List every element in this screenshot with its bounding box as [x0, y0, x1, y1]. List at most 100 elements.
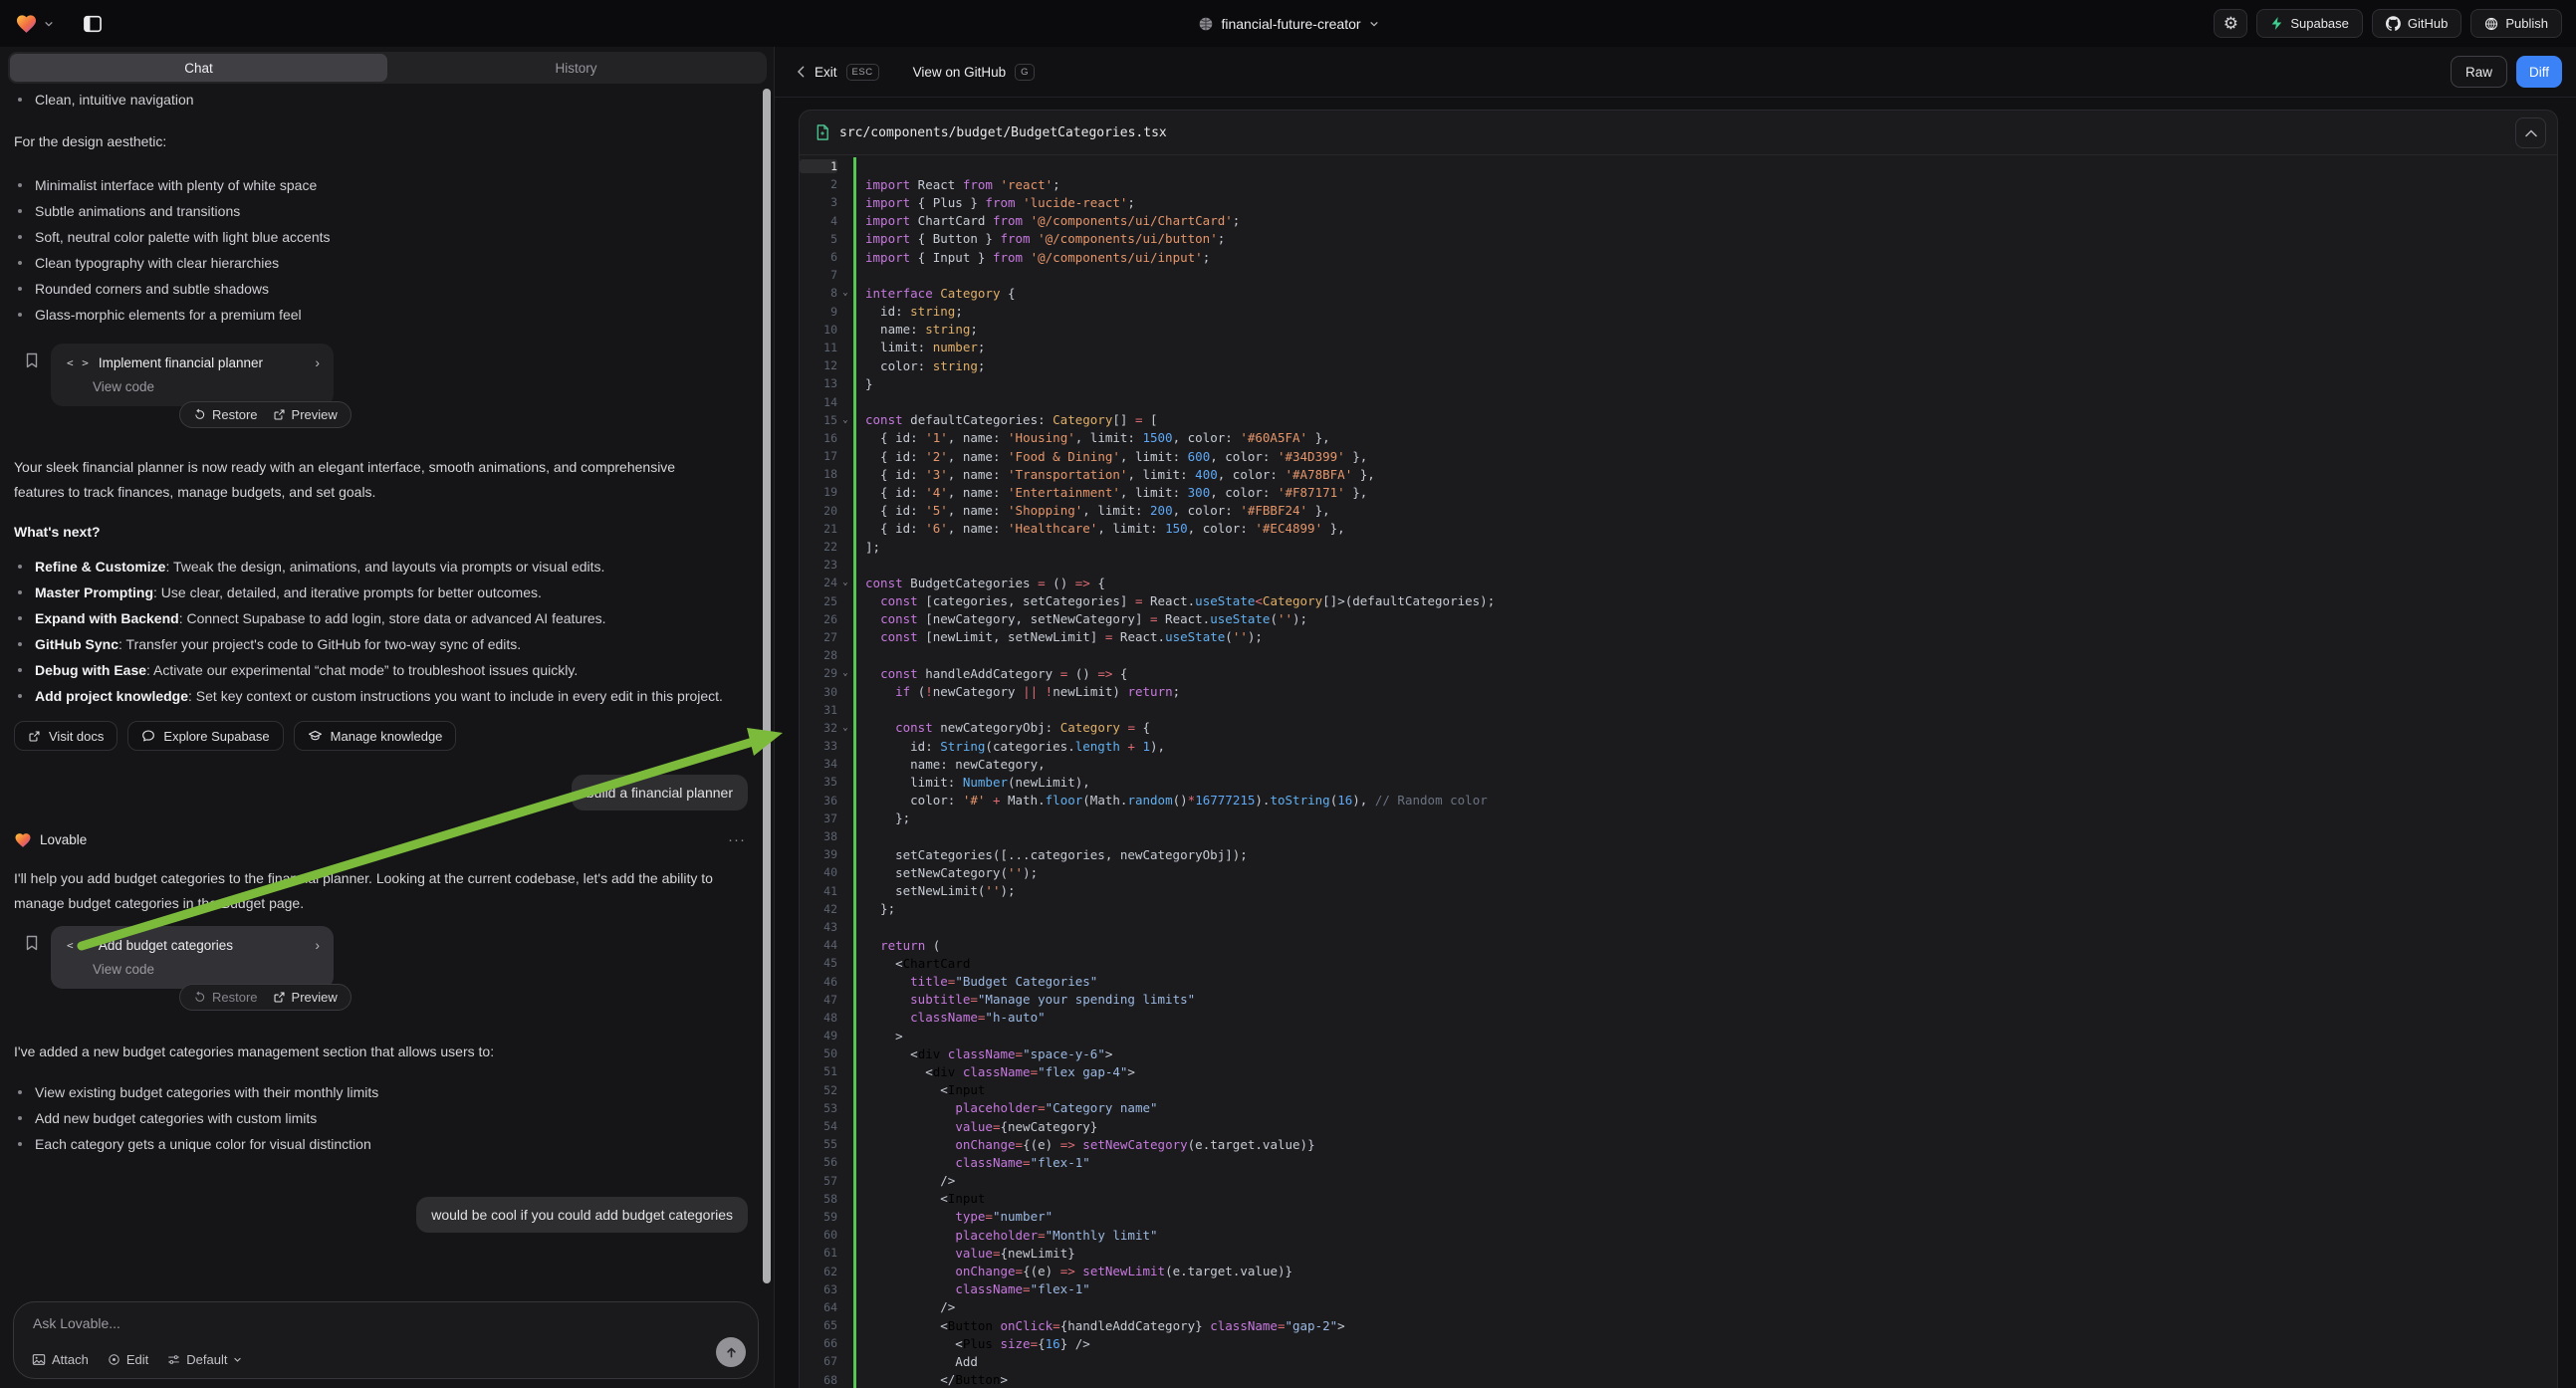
line-number: 2: [800, 177, 837, 191]
line-number: 68: [800, 1373, 837, 1387]
code-text: };: [865, 810, 910, 825]
list-item: Add new budget categories with custom li…: [14, 1105, 746, 1131]
bookmark-icon[interactable]: [25, 352, 39, 368]
visit-docs-button[interactable]: Visit docs: [14, 721, 117, 751]
bullet-dot-icon: [18, 261, 22, 265]
list-item: Add project knowledge: Set key context o…: [14, 683, 746, 709]
code-line: 55 onChange={(e) => setNewCategory(e.tar…: [800, 1135, 2557, 1153]
diff-added-gutter: [853, 175, 856, 193]
send-button[interactable]: [716, 1337, 746, 1367]
code-text: <Plus size={16} />: [865, 1336, 1090, 1351]
diff-added-gutter: [853, 701, 856, 719]
line-number: 47: [800, 993, 837, 1007]
code-line: 12 color: string;: [800, 356, 2557, 374]
toggle-sidebar-panel-icon[interactable]: [82, 13, 104, 35]
bullet-text: GitHub Sync: Transfer your project's cod…: [35, 631, 521, 657]
code-text: <Button onClick={handleAddCategory} clas…: [865, 1318, 1345, 1333]
file-path: src/components/budget/BudgetCategories.t…: [839, 125, 1167, 140]
version-card-add-budget-categories[interactable]: < > Add budget categories › View code Re…: [51, 926, 334, 989]
user-message-build-planner: build a financial planner: [572, 775, 748, 810]
line-number: 23: [800, 558, 837, 572]
bullet-bold: Expand with Backend: [35, 610, 179, 626]
view-on-github-button[interactable]: View on GitHub G: [913, 64, 1035, 81]
version-card-title: Add budget categories: [99, 938, 233, 953]
code-line: 37 };: [800, 810, 2557, 827]
code-line: 19 { id: '4', name: 'Entertainment', lim…: [800, 483, 2557, 501]
diff-added-gutter: [853, 248, 856, 266]
project-switcher[interactable]: financial-future-creator: [1197, 0, 1378, 47]
restore-button[interactable]: Restore: [193, 407, 258, 422]
preview-button[interactable]: Preview: [273, 407, 338, 422]
supabase-button[interactable]: Supabase: [2256, 9, 2363, 38]
code-text: type="number": [865, 1209, 1053, 1224]
preview-button[interactable]: Preview: [273, 990, 338, 1005]
code-text: id: String(categories.length + 1),: [865, 739, 1165, 754]
raw-toggle-button[interactable]: Raw: [2451, 56, 2507, 88]
diff-added-gutter: [853, 374, 856, 392]
edit-mode-button[interactable]: Edit: [108, 1352, 148, 1367]
diff-added-gutter: [853, 1027, 856, 1044]
line-number: 21: [800, 522, 837, 536]
restore-button[interactable]: Restore: [193, 990, 258, 1005]
bullet-dot-icon: [18, 98, 22, 102]
ask-lovable-input[interactable]: [33, 1315, 630, 1331]
diff-added-gutter: [853, 664, 856, 682]
line-number: 49: [800, 1029, 837, 1042]
line-number: 15: [800, 413, 837, 427]
arrow-up-icon: [725, 1346, 738, 1359]
diff-toggle-button[interactable]: Diff: [2516, 56, 2562, 88]
view-code-link[interactable]: View code: [93, 379, 320, 394]
publish-button[interactable]: Publish: [2470, 9, 2562, 38]
code-line: 40 setNewCategory('');: [800, 863, 2557, 881]
diff-added-gutter: [853, 682, 856, 700]
more-options-icon[interactable]: ···: [728, 831, 746, 848]
line-number: 37: [800, 811, 837, 825]
code-text: const [newLimit, setNewLimit] = React.us…: [865, 629, 1263, 644]
fold-indicator: ⌄: [837, 415, 853, 425]
view-code-link[interactable]: View code: [93, 962, 320, 977]
supabase-label: Supabase: [2290, 16, 2349, 31]
code-text: title="Budget Categories": [865, 974, 1097, 989]
github-button[interactable]: GitHub: [2372, 9, 2461, 38]
manage-knowledge-button[interactable]: Manage knowledge: [294, 721, 457, 751]
exit-button[interactable]: Exit ESC: [797, 64, 879, 81]
list-item: GitHub Sync: Transfer your project's cod…: [14, 631, 746, 657]
tab-chat[interactable]: Chat: [10, 54, 387, 82]
github-icon: [2386, 16, 2401, 31]
chat-message-list[interactable]: Clean, intuitive navigation For the desi…: [0, 84, 774, 1296]
collapse-file-button[interactable]: [2515, 117, 2546, 148]
line-number: 12: [800, 358, 837, 372]
fold-indicator: ⌄: [837, 288, 853, 298]
diff-added-gutter: [853, 882, 856, 900]
attach-button[interactable]: Attach: [32, 1352, 89, 1367]
bullet-dot-icon: [18, 616, 22, 620]
lovable-logo-heart-icon[interactable]: [15, 13, 38, 34]
code-text: { id: '5', name: 'Shopping', limit: 200,…: [865, 503, 1330, 518]
mode-selector[interactable]: Default: [167, 1352, 242, 1367]
tab-history[interactable]: History: [387, 54, 765, 82]
bookmark-icon[interactable]: [25, 935, 39, 951]
explore-supabase-button[interactable]: Explore Supabase: [127, 721, 283, 751]
list-item: Clean typography with clear hierarchies: [14, 250, 746, 276]
whats-next-heading: What's next?: [14, 519, 101, 545]
diff-added-gutter: [853, 936, 856, 954]
line-number: 45: [800, 956, 837, 970]
diff-added-gutter: [853, 411, 856, 429]
code-line: 11 limit: number;: [800, 339, 2557, 356]
diff-added-gutter: [853, 1262, 856, 1279]
chat-input-box[interactable]: Attach Edit Default: [13, 1301, 759, 1379]
line-number: 26: [800, 612, 837, 626]
version-card-implement-financial-planner[interactable]: < > Implement financial planner › View c…: [51, 344, 334, 406]
chat-scrollbar[interactable]: [763, 89, 771, 1283]
version-card-wrap: < > Implement financial planner › View c…: [51, 344, 334, 406]
supabase-bolt-icon: [2270, 16, 2283, 31]
bullet-text: Master Prompting: Use clear, detailed, a…: [35, 579, 542, 605]
code-lines[interactable]: 12import React from 'react';3import { Pl…: [800, 155, 2557, 1388]
settings-gear-icon[interactable]: ⚙: [2214, 9, 2247, 38]
file-path-row[interactable]: src/components/budget/BudgetCategories.t…: [800, 111, 2557, 155]
code-text: color: string;: [865, 358, 985, 373]
code-line: 13}: [800, 374, 2557, 392]
code-text: <Input: [865, 1082, 985, 1097]
diff-added-gutter: [853, 845, 856, 863]
logo-chevron-down-icon[interactable]: [44, 19, 54, 29]
